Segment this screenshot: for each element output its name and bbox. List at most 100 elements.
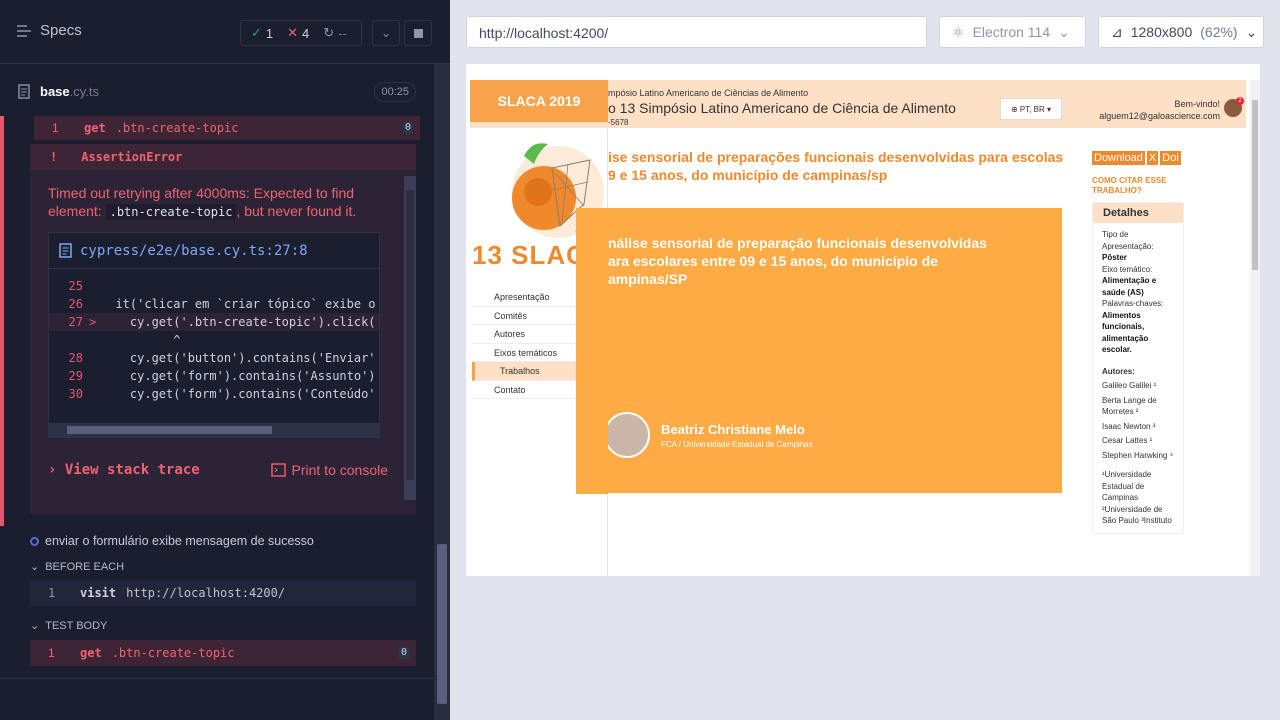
file-icon <box>59 243 72 258</box>
chevron-down-icon: ⌄ <box>1245 23 1258 40</box>
command-number: 1 <box>48 586 56 600</box>
test-body-header[interactable]: ⌄ TEST BODY <box>30 619 107 633</box>
author-item: Galileo Galilei ¹ <box>1102 381 1157 390</box>
before-each-header[interactable]: ⌄ BEFORE EACH <box>30 560 124 574</box>
failed-command-row[interactable]: 1 get .btn-create-topic 0 <box>34 116 420 140</box>
author-photo <box>604 412 650 458</box>
affiliations: ¹Universidade Estadual de Campinas ²Univ… <box>1102 470 1172 525</box>
poster-title: nálise sensorial de preparação funcionai… <box>608 235 987 287</box>
poster: nálise sensorial de preparação funcionai… <box>576 208 1062 493</box>
doi-button[interactable]: Doi <box>1160 151 1181 165</box>
site-header: SLACA 2019 mpósio Latino Americano de Ci… <box>470 80 1246 128</box>
test-title: enviar o formulário exibe mensagem de su… <box>45 534 314 548</box>
command-arg: .btn-create-topic <box>111 646 235 660</box>
aut-viewport: SLACA 2019 mpósio Latino Americano de Ci… <box>466 64 1260 576</box>
command-name: get <box>80 646 102 660</box>
cite-link[interactable]: COMO CITAR ESSE TRABALHO? <box>1092 176 1186 196</box>
failed-count: 4 <box>302 25 310 41</box>
specs-label: Specs <box>40 22 82 39</box>
welcome-text: Bem-vindo! alguem12@galoascience.com <box>1099 99 1220 121</box>
chevron-down-icon: ⌄ <box>1058 23 1070 40</box>
alert-icon: ! <box>50 150 58 164</box>
electron-icon: ⚛ <box>952 23 965 40</box>
check-icon: ✓ <box>251 25 262 40</box>
element-count-badge: 0 <box>401 121 414 134</box>
scroll-thumb[interactable] <box>67 426 272 434</box>
code-lines: 25 26 it('clicar em `criar tópico` exibe … <box>49 277 379 403</box>
chevron-down-icon: ⌄ <box>380 26 392 40</box>
type-label: Tipo de Apresentação: <box>1102 230 1154 251</box>
details-sidebar: Download X Doi COMO CITAR ESSE TRABALHO? D… <box>1092 148 1186 534</box>
poster-strip <box>576 284 608 494</box>
command-arg: .btn-create-topic <box>115 121 239 135</box>
language-select[interactable]: ⊕ PT, BR ▾ <box>1000 98 1062 120</box>
command-number: 1 <box>52 121 59 135</box>
command-arg: http://localhost:4200/ <box>126 586 286 600</box>
body-command-row[interactable]: 1 get .btn-create-topic 0 <box>30 640 416 666</box>
command-name: visit <box>80 586 117 600</box>
browser-select[interactable]: ⚛ Electron 114 ⌄ <box>939 16 1086 48</box>
document-icon <box>18 84 30 99</box>
stop-button[interactable] <box>404 20 432 46</box>
close-button[interactable]: X <box>1146 151 1159 165</box>
details-body: Tipo de Apresentação: Pôster Eixo temáti… <box>1093 223 1183 533</box>
specs-toggle[interactable]: Specs <box>16 22 82 39</box>
error-type: AssertionError <box>81 150 183 164</box>
code-line: 26 it('clicar em `criar tópico` exibe o <box>68 297 376 311</box>
divider <box>0 678 434 679</box>
ruler-icon: ⊿ <box>1111 23 1123 40</box>
passed-count: 1 <box>265 25 274 41</box>
chevron-down-icon: ⌄ <box>30 561 40 573</box>
url-bar[interactable]: http://localhost:4200/ <box>466 16 927 48</box>
download-button[interactable]: Download <box>1092 151 1145 165</box>
reporter-header: Specs ✓ 1 ✕ 4 ↻ -- ⌄ <box>0 0 450 64</box>
reporter-scrollbar[interactable] <box>434 64 450 720</box>
code-frame: cypress/e2e/base.cy.ts:27:8 25 26 it('cli… <box>48 232 380 438</box>
details-title: Detalhes <box>1093 203 1183 223</box>
code-line: 30 cy.get('form').contains('Conteúdo' <box>68 387 376 401</box>
scroll-thumb[interactable] <box>406 190 414 480</box>
visit-command-row[interactable]: 1 visit http://localhost:4200/ <box>30 580 416 606</box>
code-line: 29 cy.get('form').contains('Assunto') <box>68 369 376 383</box>
spec-duration: 00:25 <box>374 82 416 102</box>
element-count-badge: 0 <box>397 646 410 659</box>
code-line: 25 <box>68 279 83 293</box>
author-item: Isaac Newton ³ <box>1102 421 1156 431</box>
spec-file-name: base.cy.ts <box>40 84 100 99</box>
spec-file-header: base.cy.ts 00:25 <box>0 76 430 108</box>
author-item: Cesar Lattes ¹ <box>1102 436 1153 445</box>
print-to-console-button[interactable]: Print to console <box>270 462 388 478</box>
author-institution: FCA / Universidade Estadual de Campinas <box>661 440 813 449</box>
globe-icon: ⊕ <box>1010 104 1018 114</box>
command-log-panel: Specs ✓ 1 ✕ 4 ↻ -- ⌄ base.cy.ts 00:25 1 … <box>0 0 450 720</box>
scroll-thumb[interactable] <box>1252 100 1258 270</box>
error-selector: .btn-create-topic <box>105 204 237 220</box>
error-vscroll[interactable] <box>404 176 416 500</box>
author-name: Beatriz Christiane Melo <box>661 422 805 437</box>
command-number: 1 <box>48 646 55 660</box>
error-panel: ! AssertionError Timed out retrying afte… <box>30 144 416 514</box>
code-hscroll[interactable] <box>49 423 379 437</box>
keywords-label: Palavras-chaves: <box>1102 299 1164 308</box>
view-stack-trace-link[interactable]: › View stack trace <box>48 462 200 478</box>
scroll-thumb[interactable] <box>437 544 447 704</box>
aut-scrollbar[interactable] <box>1250 80 1260 576</box>
details-box: Detalhes Tipo de Apresentação: Pôster Ei… <box>1092 202 1184 534</box>
code-line: 27 > cy.get('.btn-create-topic').click( <box>49 313 379 331</box>
code-line: ^ <box>101 333 181 347</box>
viewport-select[interactable]: ⊿ 1280x800 (62%) ⌄ <box>1098 16 1264 48</box>
test-item[interactable]: enviar o formulário exibe mensagem de su… <box>30 534 314 548</box>
collapse-button[interactable]: ⌄ <box>372 20 400 46</box>
authors-label: Autores: <box>1102 366 1135 376</box>
terminal-icon <box>270 463 286 477</box>
code-frame-file-link[interactable]: cypress/e2e/base.cy.ts:27:8 <box>49 233 379 269</box>
stop-icon <box>413 28 423 38</box>
header-title: o 13 Simpósio Latino Americano de Ciênci… <box>608 100 956 116</box>
pending-count: -- <box>338 25 347 41</box>
menu-icon <box>17 24 31 37</box>
site-logo[interactable]: SLACA 2019 <box>470 80 608 122</box>
test-stats: ✓ 1 ✕ 4 ↻ -- <box>240 20 362 46</box>
axis-label: Eixo temático: <box>1102 264 1153 274</box>
running-icon <box>30 536 39 546</box>
type-value: Pôster <box>1102 253 1127 262</box>
